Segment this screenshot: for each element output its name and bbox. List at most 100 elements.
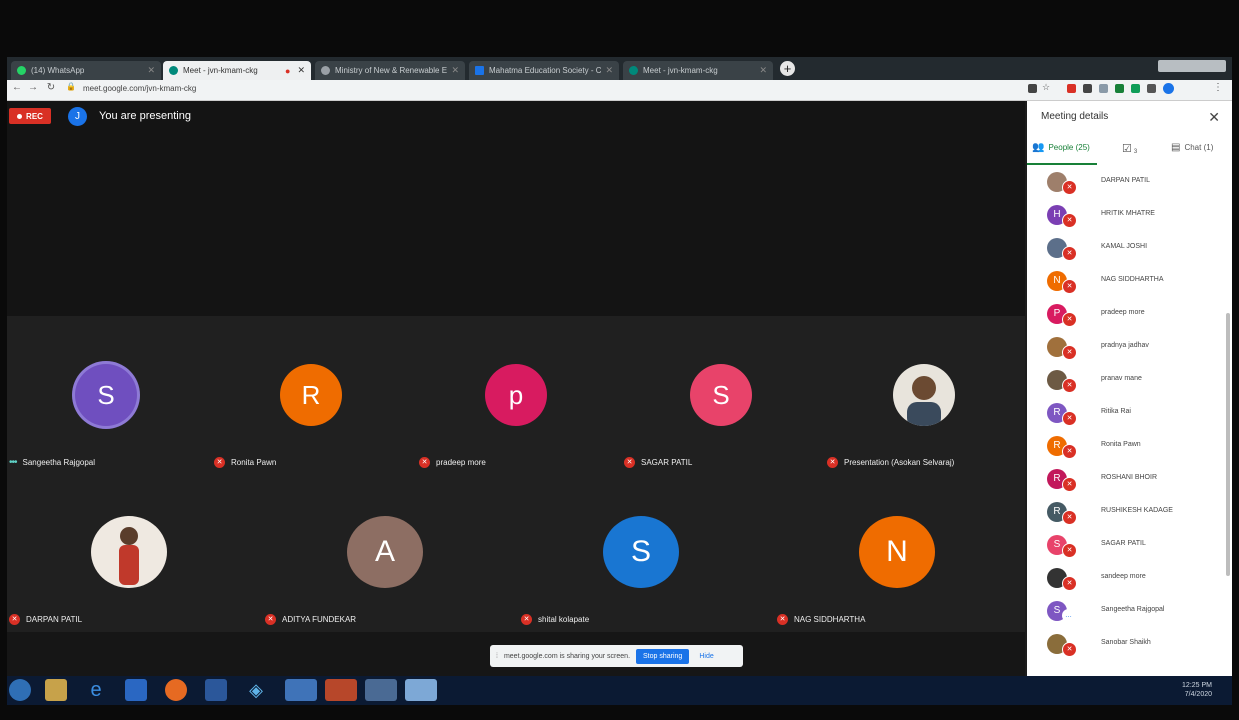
chrome-taskbar-icon[interactable] bbox=[285, 679, 317, 701]
participant-avatar: A bbox=[347, 516, 423, 588]
extension-icon[interactable] bbox=[1067, 84, 1076, 93]
profile-avatar[interactable] bbox=[1163, 83, 1174, 94]
list-item[interactable]: H ✕ HRITIK MHATRE bbox=[1027, 199, 1225, 232]
new-tab-button[interactable]: + bbox=[780, 61, 795, 76]
list-item[interactable]: S… Sangeetha Rajgopal bbox=[1027, 595, 1225, 628]
active-tab-indicator bbox=[1027, 163, 1097, 165]
cast-icon[interactable] bbox=[1028, 84, 1037, 93]
mic-off-icon: ✕ bbox=[521, 614, 532, 625]
close-icon[interactable]: ✕ bbox=[759, 65, 767, 76]
browser-tab-strip: (14) WhatsApp ✕ Meet - jvn-kmam-ckg ● ✕ … bbox=[7, 57, 1232, 80]
list-item[interactable]: ✕ sandeep more bbox=[1027, 562, 1225, 595]
share-status-text: meet.google.com is sharing your screen. bbox=[503, 652, 631, 660]
extension-icon[interactable] bbox=[1083, 84, 1092, 93]
participant-name-row: ✕ shital kolapate bbox=[521, 614, 589, 625]
chrome-icon[interactable] bbox=[405, 679, 437, 701]
speaker-muted-icon: ✕ bbox=[827, 457, 838, 468]
media-icon[interactable] bbox=[125, 679, 147, 701]
list-item[interactable]: R ✕ RUSHIKESH KADAGE bbox=[1027, 496, 1225, 529]
participant-tile[interactable]: S ••• Sangeetha Rajgopal bbox=[7, 344, 209, 494]
extension-icon[interactable] bbox=[1131, 84, 1140, 93]
participant-grid: S ••• Sangeetha Rajgopal R ✕ Ronita Pawn p… bbox=[7, 316, 1025, 632]
window-controls[interactable] bbox=[1158, 60, 1226, 72]
participant-tile[interactable]: ✕ Presentation (Asokan Selvaraj) bbox=[827, 344, 1029, 494]
tab-meet-active[interactable]: Meet - jvn-kmam-ckg ● ✕ bbox=[163, 61, 311, 80]
participant-tile[interactable]: R ✕ Ronita Pawn bbox=[212, 344, 414, 494]
star-icon[interactable]: ☆ bbox=[1040, 82, 1052, 93]
participant-name-row: ••• Sangeetha Rajgopal bbox=[9, 457, 96, 468]
mic-off-icon: ✕ bbox=[1062, 378, 1077, 393]
participant-photo bbox=[91, 516, 167, 588]
start-icon[interactable] bbox=[9, 679, 31, 701]
powerpoint-icon[interactable] bbox=[325, 679, 357, 701]
mic-off-icon: ✕ bbox=[1062, 213, 1077, 228]
participant-avatar: S bbox=[75, 364, 137, 426]
participant-name: Ronita Pawn bbox=[1101, 441, 1141, 448]
list-item[interactable]: S ✕ SAGAR PATIL bbox=[1027, 529, 1225, 562]
participant-tile[interactable]: p ✕ pradeep more bbox=[417, 344, 619, 494]
mic-off-icon: ✕ bbox=[214, 457, 225, 468]
word-icon[interactable] bbox=[205, 679, 227, 701]
more-vert-icon[interactable]: ⋮ bbox=[1212, 82, 1224, 93]
ie-icon[interactable]: e bbox=[85, 679, 107, 701]
participant-tile[interactable]: S ✕ SAGAR PATIL bbox=[622, 344, 824, 494]
participant-name: KAMAL JOSHI bbox=[1101, 243, 1148, 250]
close-icon[interactable]: ✕ bbox=[297, 65, 305, 76]
list-item[interactable]: N ✕ NAG SIDDHARTHA bbox=[1027, 265, 1225, 298]
list-item[interactable]: ✕ DARPAN PATIL bbox=[1027, 166, 1225, 199]
mic-off-icon: ✕ bbox=[777, 614, 788, 625]
tab-whatsapp[interactable]: (14) WhatsApp ✕ bbox=[11, 61, 161, 80]
reload-icon[interactable]: ↻ bbox=[45, 82, 57, 93]
list-item[interactable]: R ✕ Ronita Pawn bbox=[1027, 430, 1225, 463]
app-icon[interactable]: ◈ bbox=[245, 679, 267, 701]
close-icon[interactable]: ✕ bbox=[1208, 109, 1220, 126]
mic-off-icon: ✕ bbox=[419, 457, 430, 468]
participant-name: SAGAR PATIL bbox=[1101, 540, 1146, 547]
panel-title: Meeting details bbox=[1041, 111, 1109, 122]
list-item[interactable]: ✕ KAMAL JOSHI bbox=[1027, 232, 1225, 265]
drag-handle-icon[interactable]: ⁞ bbox=[496, 653, 498, 660]
tab-people[interactable]: 👥 People (25) bbox=[1032, 142, 1090, 153]
stop-sharing-button[interactable]: Stop sharing bbox=[636, 648, 690, 664]
list-item[interactable]: ✕ pradnya jadhav bbox=[1027, 331, 1225, 364]
url-field[interactable]: meet.google.com/jvn-kmam-ckg bbox=[83, 82, 1003, 96]
forward-icon[interactable]: → bbox=[27, 82, 39, 93]
tab-ministry[interactable]: Ministry of New & Renewable E... ✕ bbox=[315, 61, 465, 80]
close-icon[interactable]: ✕ bbox=[451, 65, 459, 76]
tab-mahatma[interactable]: Mahatma Education Society - C... ✕ bbox=[469, 61, 619, 80]
list-item[interactable]: R ✕ Ritika Rai bbox=[1027, 397, 1225, 430]
participant-tile[interactable]: A ✕ ADITYA FUNDEKAR bbox=[263, 496, 465, 646]
list-item[interactable]: ✕ pranav mane bbox=[1027, 364, 1225, 397]
system-tray[interactable]: 12:25 PM 7/4/2020 bbox=[1182, 681, 1212, 699]
app-icon[interactable] bbox=[365, 679, 397, 701]
scrollbar[interactable] bbox=[1226, 313, 1230, 576]
tab-meet-2[interactable]: Meet - jvn-kmam-ckg ✕ bbox=[623, 61, 773, 80]
file-explorer-icon[interactable] bbox=[45, 679, 67, 701]
list-item[interactable]: P ✕ pradeep more bbox=[1027, 298, 1225, 331]
speaking-indicator-icon: ••• bbox=[9, 457, 17, 468]
close-icon[interactable]: ✕ bbox=[147, 65, 155, 76]
mic-off-icon: ✕ bbox=[1062, 576, 1077, 591]
mic-off-icon: ✕ bbox=[1062, 411, 1077, 426]
list-item[interactable]: ✕ Sanobar Shaikh bbox=[1027, 628, 1225, 661]
close-icon[interactable]: ✕ bbox=[605, 65, 613, 76]
mic-off-icon: ✕ bbox=[1062, 642, 1077, 657]
participant-tile[interactable]: ✕ DARPAN PATIL bbox=[7, 496, 209, 646]
participant-avatar: R bbox=[280, 364, 342, 426]
hide-button[interactable]: Hide bbox=[699, 653, 713, 660]
puzzle-icon[interactable] bbox=[1147, 84, 1156, 93]
participant-tile[interactable]: N ✕ NAG SIDDHARTHA bbox=[775, 496, 977, 646]
participant-tile[interactable]: S ✕ shital kolapate bbox=[519, 496, 721, 646]
tab-tasks[interactable]: ☑ 3 bbox=[1122, 142, 1137, 155]
firefox-icon[interactable] bbox=[165, 679, 187, 701]
list-item[interactable]: R ✕ ROSHANI BHOIR bbox=[1027, 463, 1225, 496]
participant-name-row: ✕ SAGAR PATIL bbox=[624, 457, 692, 468]
participant-name-row: ✕ NAG SIDDHARTHA bbox=[777, 614, 865, 625]
clock-time: 12:25 PM bbox=[1182, 682, 1212, 689]
whatsapp-icon bbox=[17, 66, 26, 75]
extension-icon[interactable] bbox=[1115, 84, 1124, 93]
participant-avatar: S bbox=[690, 364, 752, 426]
back-icon[interactable]: ← bbox=[11, 82, 23, 93]
extension-icon[interactable] bbox=[1099, 84, 1108, 93]
tab-chat[interactable]: ▤ Chat (1) bbox=[1171, 142, 1213, 153]
